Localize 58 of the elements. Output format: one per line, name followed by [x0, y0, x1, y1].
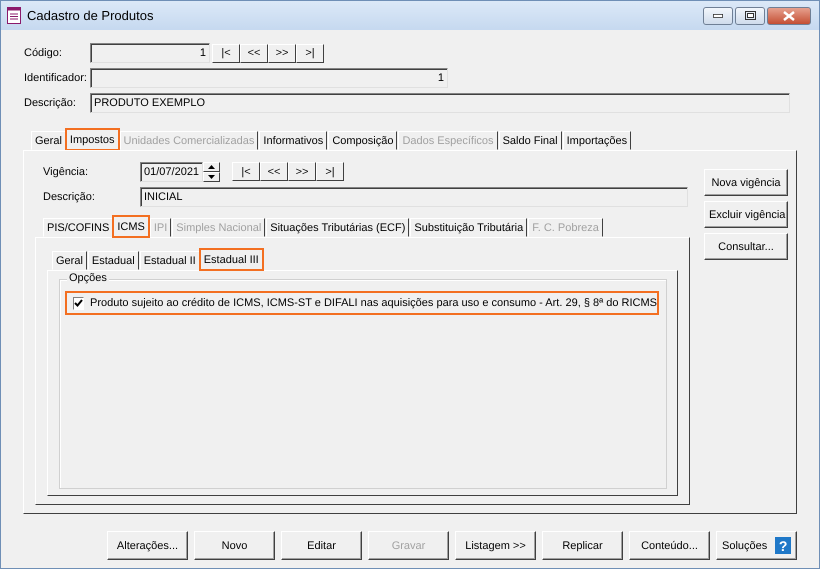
navigation-button[interactable]: << [240, 44, 268, 62]
tab[interactable]: Substituição Tributária [410, 218, 528, 237]
group-title: Opções [67, 272, 109, 284]
tab[interactable]: Geral [31, 131, 66, 150]
checkbox[interactable] [73, 296, 84, 310]
arrow-down-icon [208, 174, 215, 179]
field-label: Identificador: [23, 72, 88, 84]
tab[interactable]: Geral [52, 251, 87, 270]
help-button[interactable]: Soluções ? [716, 531, 797, 560]
restore-button[interactable] [735, 6, 765, 24]
tab[interactable]: Estadual III [200, 249, 263, 270]
tab[interactable]: PIS/COFINS [43, 218, 114, 237]
tab[interactable]: ICMS [113, 216, 149, 237]
date-field[interactable]: 01/07/2021 [140, 162, 203, 182]
button[interactable]: Editar [281, 531, 362, 560]
field-label: Descrição: [42, 191, 96, 204]
spin-up-button[interactable] [203, 162, 220, 172]
tab[interactable]: Estadual II [140, 251, 200, 270]
navigation-button[interactable]: << [260, 162, 288, 182]
navigation-button[interactable]: >| [296, 44, 324, 62]
navigation-button[interactable]: |< [212, 44, 240, 62]
navigation-button[interactable]: |< [232, 162, 260, 182]
tab[interactable]: Informativos [259, 131, 328, 150]
input-field[interactable]: 1 [90, 68, 448, 88]
navigation-button[interactable]: >> [268, 44, 296, 62]
button[interactable]: Nova vigência [704, 169, 788, 196]
tab[interactable]: Estadual [88, 251, 139, 270]
document-icon [7, 7, 21, 24]
checkbox-option[interactable]: Produto sujeito ao crédito de ICMS, ICMS-ST e DIFALI nas aquisições para uso e consumo - Art. 29, § 8ª do RICMS [66, 292, 658, 314]
field-label: Vigência: [42, 166, 90, 178]
navigation-button[interactable]: >| [316, 162, 344, 182]
window-title: Cadastro de Produtos [27, 8, 154, 23]
arrow-up-icon [208, 164, 215, 169]
spin-down-button[interactable] [203, 172, 220, 182]
tab[interactable]: Composição [328, 131, 398, 150]
button[interactable]: Consultar... [704, 233, 788, 260]
button[interactable]: Listagem >> [455, 531, 536, 560]
minimize-button[interactable] [703, 6, 733, 24]
button[interactable]: Novo [194, 531, 275, 560]
input-field[interactable]: 1 [90, 43, 210, 63]
restore-icon [744, 11, 756, 20]
button[interactable]: Alterações... [107, 531, 188, 560]
field-label: Descrição: [23, 97, 77, 109]
input-field[interactable]: PRODUTO EXEMPLO [90, 93, 790, 113]
tab[interactable]: Importações [562, 131, 632, 150]
help-icon: ? [775, 537, 791, 554]
input-field[interactable]: INICIAL [140, 187, 688, 208]
minimize-icon [713, 14, 723, 18]
button[interactable]: Conteúdo... [629, 531, 710, 560]
close-icon [783, 10, 795, 20]
tab[interactable]: Impostos [66, 129, 119, 150]
tab[interactable]: Saldo Final [498, 131, 562, 150]
close-button[interactable] [767, 6, 811, 24]
button[interactable]: Excluir vigência [704, 201, 788, 228]
button[interactable]: Replicar [542, 531, 623, 560]
navigation-button[interactable]: >> [288, 162, 316, 182]
field-label: Código: [23, 47, 63, 59]
tab[interactable]: Situações Tributárias (ECF) [266, 218, 410, 237]
